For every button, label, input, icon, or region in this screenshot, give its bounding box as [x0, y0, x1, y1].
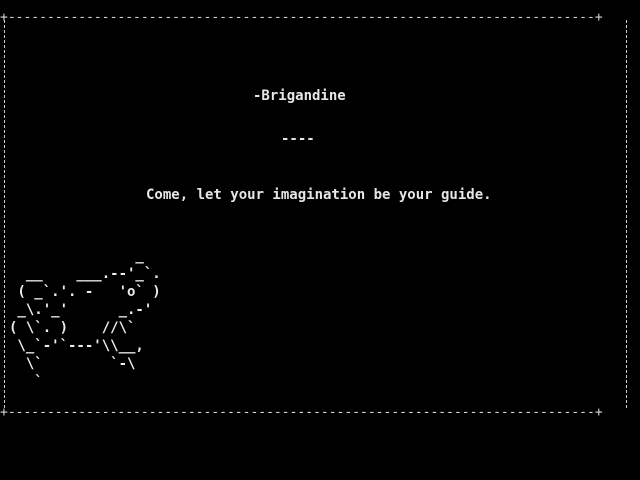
tagline-text: Come, let your imagination be your guide…	[146, 187, 492, 203]
frame-right-border	[626, 20, 627, 408]
game-title: -Brigandine	[253, 88, 346, 104]
terminal-screen: +---------------------------------------…	[0, 0, 640, 480]
frame-bottom-border: +---------------------------------------…	[0, 405, 603, 420]
dragon-ascii-art: _ __ ___.--'_`. ( _`.'. - 'o` ) _\.'_' _…	[9, 248, 161, 390]
frame-top-border: +---------------------------------------…	[0, 10, 603, 25]
title-divider: ----	[281, 131, 315, 147]
frame-left-border	[4, 20, 5, 408]
